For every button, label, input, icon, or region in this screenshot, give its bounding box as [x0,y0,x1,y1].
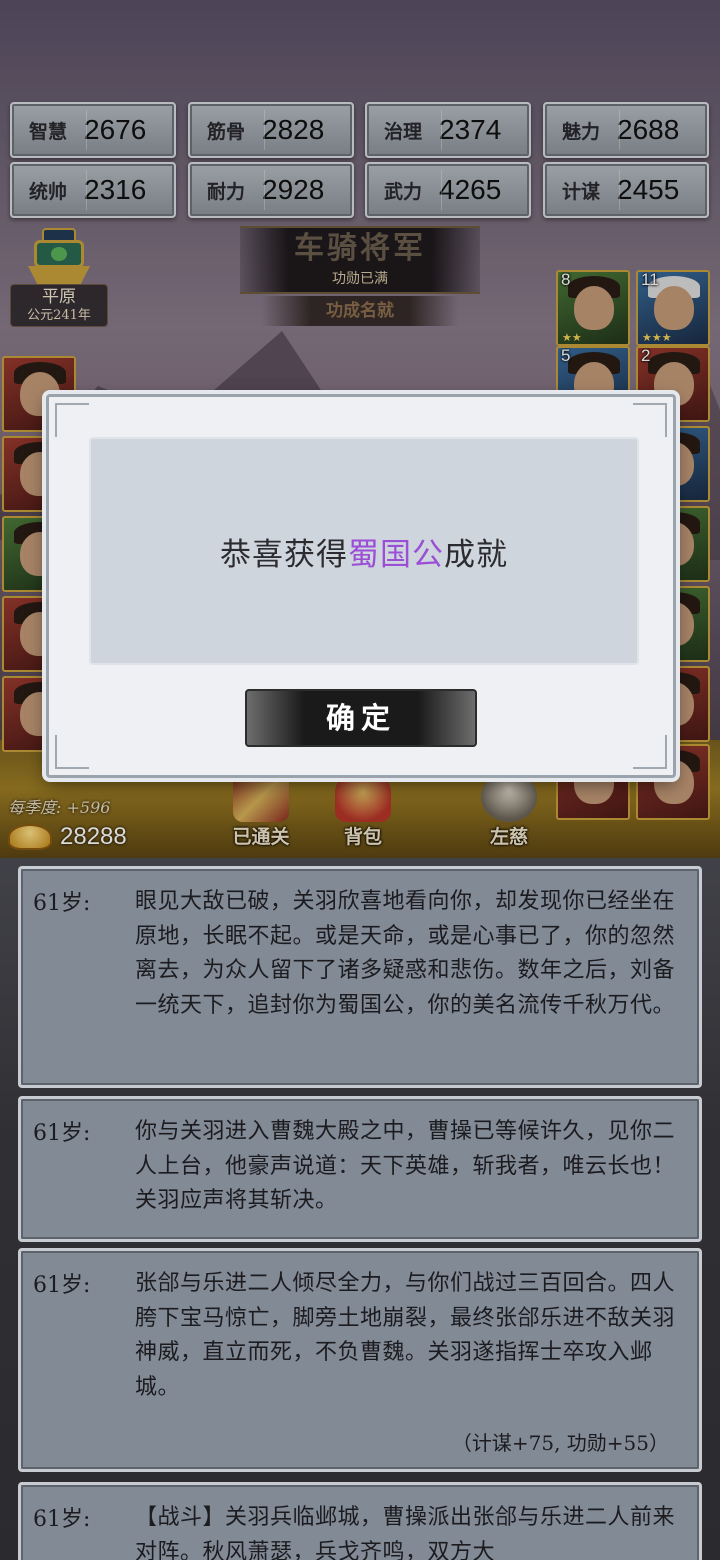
event-log[interactable]: 61岁: 眼见大敌已破，关羽欣喜地看向你，却发现你已经坐在原地，长眠不起。或是天… [0,858,720,1560]
message-suffix: 成就 [444,536,508,573]
log-reward: （计谋+75, 功勋+55） [451,1431,669,1455]
corner-ornament [55,403,89,437]
dialog-message-panel: 恭喜获得蜀国公成就 [89,437,639,665]
log-entry: 61岁: 张郃与乐进二人倾尽全力，与你们战过三百回合。四人胯下宝马惊亡，脚旁土地… [18,1248,702,1472]
game-scene: 智慧 2676 筋骨 2828 治理 2374 魅力 2688 统帅 2316 耐力 292… [0,0,720,860]
log-entry: 61岁: 眼见大敌已破，关羽欣喜地看向你，却发现你已经坐在原地，长眠不起。或是天… [18,866,702,1088]
log-age: 61岁: [33,1273,91,1298]
log-text: 你与关羽进入曹魏大殿之中，曹操已等候许久，见你二人上台，他豪声说道：天下英雄，斩… [135,1119,676,1213]
achievement-dialog: 恭喜获得蜀国公成就 确定 [46,394,676,778]
log-entry: 61岁: 【战斗】关羽兵临邺城，曹操派出张郃与乐进二人前来对阵。秋风萧瑟，兵戈齐… [18,1482,702,1560]
log-text: 【战斗】关羽兵临邺城，曹操派出张郃与乐进二人前来对阵。秋风萧瑟，兵戈齐鸣，双方大 [135,1505,676,1560]
corner-ornament [633,403,667,437]
log-text: 眼见大敌已破，关羽欣喜地看向你，却发现你已经坐在原地，长眠不起。或是天命，或是心… [135,889,676,1018]
log-entry: 61岁: 你与关羽进入曹魏大殿之中，曹操已等候许久，见你二人上台，他豪声说道：天… [18,1096,702,1242]
corner-ornament [633,735,667,769]
corner-ornament [55,735,89,769]
achievement-name: 蜀国公 [348,536,444,573]
log-text: 张郃与乐进二人倾尽全力，与你们战过三百回合。四人胯下宝马惊亡，脚旁土地崩裂，最终… [135,1271,676,1400]
message-prefix: 恭喜获得 [220,536,348,573]
confirm-button[interactable]: 确定 [245,689,477,747]
log-age: 61岁: [33,891,91,916]
dialog-message: 恭喜获得蜀国公成就 [220,529,508,574]
log-age: 61岁: [33,1507,91,1532]
log-age: 61岁: [33,1121,91,1146]
